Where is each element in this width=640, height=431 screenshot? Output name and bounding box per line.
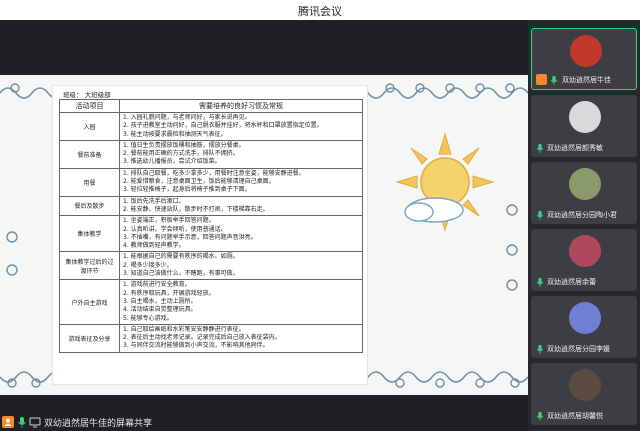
host-icon: [2, 416, 14, 428]
activity-cell: 餐后及散步: [59, 195, 120, 217]
screen-share-bar: 双幼逍然居牛佳的屏幕共享: [0, 413, 528, 431]
table-row: 餐后及散步 1. 饭后先洗手后漱口。 2. 能安静、快速站队，散步时不打闹，下楼梯…: [59, 195, 363, 217]
mic-icon: [550, 75, 558, 85]
participant-list: 双幼逍然居牛佳双幼逍然居颜秀敏双幼逍然居分园陶小君 双幼逍然居余蕾双幼逍然居分园李…: [528, 20, 640, 431]
participant-tile[interactable]: 双幼逍然居分园陶小君: [531, 162, 637, 224]
participant-name: 双幼逍然居牛佳: [562, 76, 611, 84]
participant-tile[interactable]: 双幼逍然居牛佳: [531, 28, 637, 90]
table-row: 用餐 1. 排队自己取餐，吃多少拿多少，用餐时注意坐姿，能够安静进餐。 2. 能爱…: [59, 167, 363, 197]
shared-slide: 班级： 大班级部 活动项目 需要培养的良好习惯及常规 入园 1. 入园礼貌问题，与…: [0, 75, 528, 395]
screen-share-area: 班级： 大班级部 活动项目 需要培养的良好习惯及常规 入园 1. 入园礼貌问题，与…: [0, 20, 528, 431]
meeting-window: 班级： 大班级部 活动项目 需要培养的良好习惯及常规 入园 1. 入园礼貌问题，与…: [0, 20, 640, 431]
participant-tile[interactable]: 双幼逍然居胡馨悦: [531, 363, 637, 425]
requirements-cell: 1. 入园礼貌问题，与老师问好，与家长说再见。 2. 孩子进教室主动问好，自己脱…: [119, 112, 363, 141]
avatar: [570, 35, 602, 67]
activity-cell: 入园: [59, 112, 120, 141]
participant-tile[interactable]: 双幼逍然居余蕾: [531, 229, 637, 291]
avatar: [569, 101, 601, 133]
activity-cell: 户外自主游戏: [59, 279, 120, 325]
activity-cell: 餐前准备: [59, 139, 120, 169]
mic-icon: [536, 210, 544, 220]
requirements-cell: 1. 游戏前进行安全教育。 2. 有秩序取玩具，开展游戏轻放。 3. 自主喝水，…: [119, 279, 363, 325]
participant-name: 双幼逍然居余蕾: [547, 278, 596, 286]
table-row: 户外自主游戏 1. 游戏前进行安全教育。 2. 有秩序取玩具，开展游戏轻放。 3.…: [59, 279, 363, 325]
mic-icon[interactable]: [16, 416, 28, 428]
avatar: [569, 168, 601, 200]
window-title: 腾讯会议: [298, 5, 342, 18]
activity-cell: 游戏表征及分享: [59, 323, 120, 353]
mic-icon: [536, 344, 544, 354]
header-activity: 活动项目: [59, 99, 120, 113]
participant-name: 双幼逍然居颜秀敏: [547, 144, 603, 152]
screen-share-icon: [29, 417, 41, 428]
wave-border-left: [6, 231, 18, 276]
requirements-cell: 1. 饭后先洗手后漱口。 2. 能安静、快速站队，散步时不打闹，下楼梯靠右走。: [119, 195, 363, 217]
header-requirements: 需要培养的良好习惯及常规: [119, 99, 363, 113]
activity-cell: 集体教学过后的过渡环节: [59, 251, 120, 281]
table-row: 入园 1. 入园礼貌问题，与老师问好，与家长说再见。 2. 孩子进教室主动问好，自…: [59, 112, 363, 141]
avatar: [569, 369, 601, 401]
mic-icon: [536, 277, 544, 287]
sun-decoration-icon: [395, 132, 495, 232]
habits-table: 活动项目 需要培养的良好习惯及常规 入园 1. 入园礼貌问题，与老师问好，与家长说…: [59, 99, 363, 353]
wave-border-right: [506, 204, 518, 291]
mic-icon: [536, 143, 544, 153]
participant-tile[interactable]: 双幼逍然居分园李媛: [531, 296, 637, 358]
participant-name: 双幼逍然居分园陶小君: [547, 211, 617, 219]
habits-document: 班级： 大班级部 活动项目 需要培养的良好习惯及常规 入园 1. 入园礼貌问题，与…: [52, 85, 368, 385]
activity-cell: 用餐: [59, 167, 120, 197]
class-label: 班级： 大班级部: [63, 91, 111, 99]
avatar: [569, 235, 601, 267]
table-row: 餐前准备 1. 值日生负责摆放饭桶和抽筋，摆放分餐桌。 2. 餐前能用正确的方式洗…: [59, 139, 363, 169]
table-row: 游戏表征及分享 1. 自己取绘画纸和水彩笔安安静静进行表征。 2. 表征后主动找老…: [59, 323, 363, 353]
table-header-row: 活动项目 需要培养的良好习惯及常规: [59, 99, 363, 113]
participant-name: 双幼逍然居胡馨悦: [547, 412, 603, 420]
title-bar: 腾讯会议: [0, 0, 640, 20]
host-icon: [536, 74, 547, 85]
requirements-cell: 1. 能根据自己的需要有秩序的喝水、如厕。 2. 喝多少接多少。 3. 知道自己…: [119, 251, 363, 281]
requirements-cell: 1. 坐姿端正，积极举手回答问题。 2. 认真听讲，学会倾听，使用普通话。 3.…: [119, 215, 363, 253]
mic-icon: [536, 411, 544, 421]
requirements-cell: 1. 排队自己取餐，吃多少拿多少，用餐时注意坐姿，能够安静进餐。 2. 能爱惜粮…: [119, 167, 363, 197]
screen-share-label: 双幼逍然居牛佳的屏幕共享: [44, 419, 153, 429]
requirements-cell: 1. 自己取绘画纸和水彩笔安安静静进行表征。 2. 表征后主动找老师记录。记录完…: [119, 323, 363, 353]
participant-tile[interactable]: 双幼逍然居颜秀敏: [531, 95, 637, 157]
table-row: 集体教学 1. 坐姿端正，积极举手回答问题。 2. 认真听讲，学会倾听，使用普通话…: [59, 215, 363, 253]
requirements-cell: 1. 值日生负责摆放饭桶和抽筋，摆放分餐桌。 2. 餐前能用正确的方式洗手，排队…: [119, 139, 363, 169]
table-row: 集体教学过后的过渡环节 1. 能根据自己的需要有秩序的喝水、如厕。 2. 喝多少接…: [59, 251, 363, 281]
activity-cell: 集体教学: [59, 215, 120, 253]
participant-name: 双幼逍然居分园李媛: [547, 345, 610, 353]
avatar: [569, 302, 601, 334]
